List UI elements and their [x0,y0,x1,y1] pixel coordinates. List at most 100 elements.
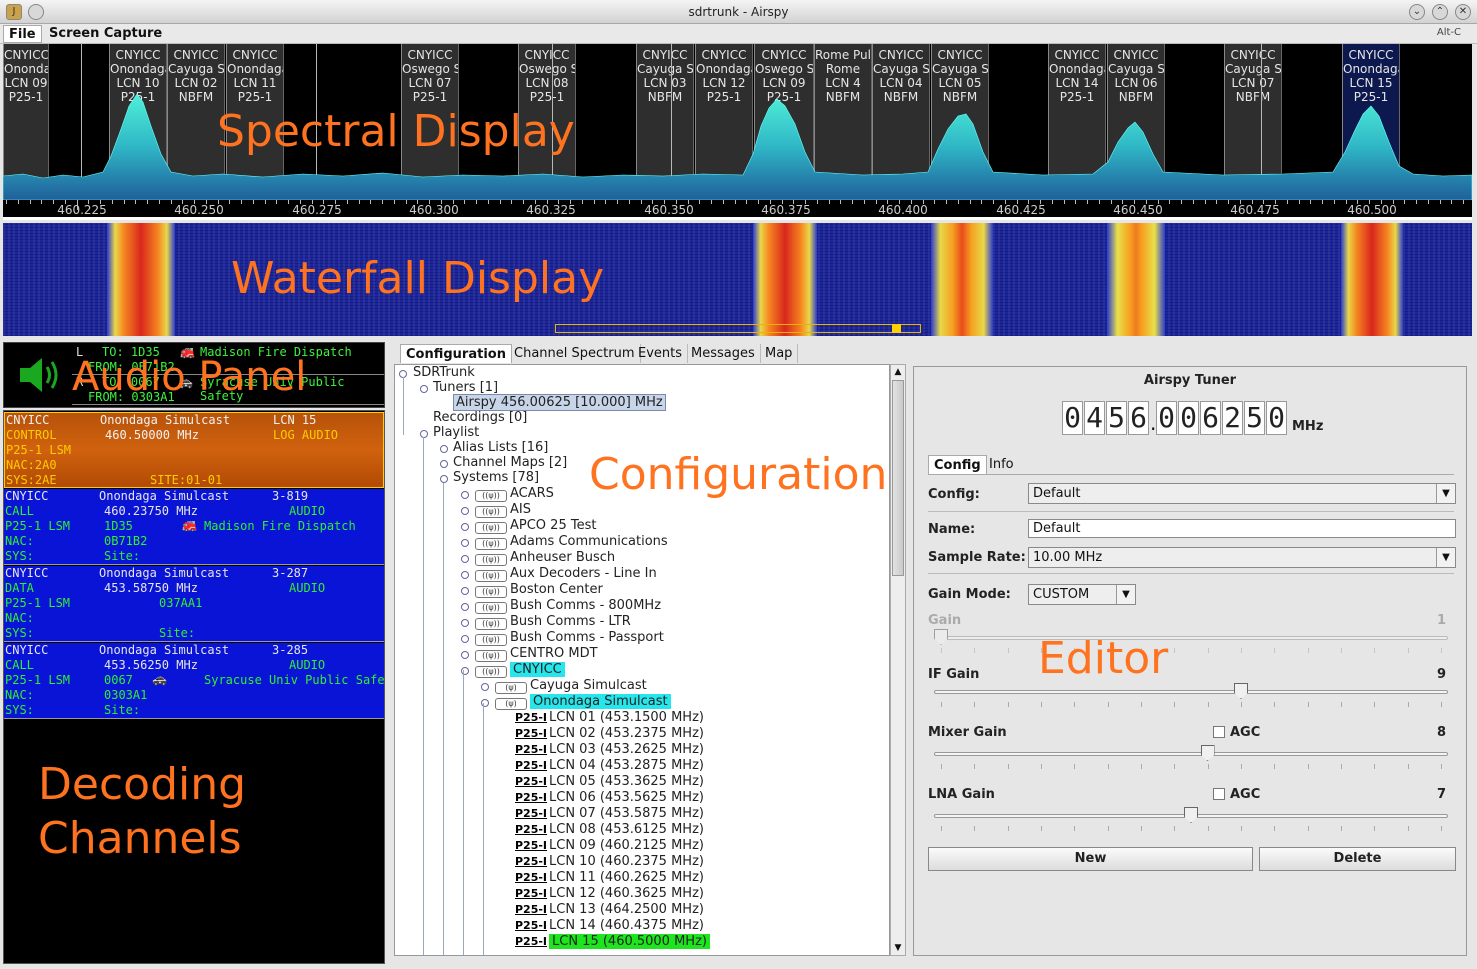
gain-mode-select[interactable]: CUSTOM ▼ [1028,584,1136,605]
tree-lcn-item[interactable]: P25-I LCN 13 (464.2500 MHz) [515,902,704,918]
tree-lcn-item[interactable]: P25-I LCN 11 (460.2625 MHz) [515,870,704,886]
frequency-digit[interactable]: 0 [1266,401,1287,435]
tree-lcn-item[interactable]: P25-I LCN 09 (460.2125 MHz) [515,838,704,854]
waterfall-display[interactable]: Waterfall Display [3,223,1472,336]
tree-lcn-item[interactable]: P25-I LCN 06 (453.5625 MHz) [515,790,704,806]
tree-lcn-item[interactable]: P25-I LCN 15 (460.5000 MHz) [515,934,710,950]
scroll-up-arrow[interactable]: ▲ [891,365,905,379]
speaker-icon[interactable] [18,355,62,395]
tree-lcn-item[interactable]: P25-I LCN 10 (460.2375 MHz) [515,854,704,870]
tab-map[interactable]: Map [760,344,799,363]
tree-expand-handle[interactable] [420,385,428,393]
playlist-tree[interactable]: SDRTrunk Tuners [1] Airspy 456.00625 [10.0… [394,364,890,956]
tab-info[interactable]: Info [984,455,1019,474]
menu-file[interactable]: File [3,25,42,43]
tree-expand-handle[interactable] [461,635,469,643]
tree-lcn-item[interactable]: P25-I LCN 01 (453.1500 MHz) [515,710,704,726]
frequency-digit[interactable]: 0 [1062,401,1083,435]
tree-system-item[interactable]: ((ψ)) Adams Communications [475,534,668,550]
frequency-display[interactable]: 0 4 5 6.0 0 6 2 5 0 [1062,401,1288,435]
tree-system-item[interactable]: ((ψ)) Boston Center [475,582,603,598]
tree-expand-handle[interactable] [461,539,469,547]
tree-expand-handle[interactable] [461,603,469,611]
tree-system-item[interactable]: ((ψ)) AIS [475,502,531,518]
tree-channel-maps[interactable]: Channel Maps [2] [453,455,567,471]
tree-system-item[interactable]: ((ψ)) Bush Comms - Passport [475,630,664,646]
tree-lcn-item[interactable]: P25-I LCN 04 (453.2875 MHz) [515,758,704,774]
tree-lcn-item[interactable]: P25-I LCN 14 (460.4375 MHz) [515,918,704,934]
tree-lcn-item[interactable]: P25-I LCN 08 (453.6125 MHz) [515,822,704,838]
tree-system-item[interactable]: ((ψ)) Bush Comms - LTR [475,614,631,630]
tree-expand-handle[interactable] [440,475,448,483]
if-gain-slider[interactable] [934,683,1448,707]
tree-system-item[interactable]: ((ψ)) APCO 25 Test [475,518,596,534]
delete-button[interactable]: Delete [1259,847,1456,871]
scroll-thumb[interactable] [892,380,904,576]
tree-system-item[interactable]: ((ψ)) CNYICC [475,662,565,678]
tree-expand-handle[interactable] [440,460,448,468]
slider-thumb[interactable] [1200,745,1215,761]
close-button[interactable]: ✕ [1455,4,1471,20]
frequency-digit[interactable]: 6 [1128,401,1149,435]
decode-channel[interactable]: CNYICC Onondaga Simulcast 3-819 CALL 460.237… [4,489,384,565]
decoding-channels-panel[interactable]: CNYICC Onondaga Simulcast LCN 15 CONTROL 460… [3,410,385,964]
tree-system-item[interactable]: ((ψ)) Aux Decoders - Line In [475,566,657,582]
slider-thumb[interactable] [1184,807,1198,823]
tree-expand-handle[interactable] [461,491,469,499]
minimize-button[interactable]: ⌄ [1409,4,1425,20]
decode-channel[interactable]: CNYICC Onondaga Simulcast 3-287 DATA 453.587… [4,566,384,642]
tree-lcn-item[interactable]: P25-I LCN 12 (460.3625 MHz) [515,886,704,902]
maximize-button[interactable]: ⌃ [1432,4,1448,20]
tree-expand-handle[interactable] [461,619,469,627]
tree-recordings[interactable]: Recordings [0] [433,410,527,426]
sample-rate-select[interactable]: 10.00 MHz ▼ [1028,547,1456,568]
tree-system-item[interactable]: ((ψ)) CENTRO MDT [475,646,598,662]
tab-config[interactable]: Config [928,455,987,474]
name-field[interactable]: Default [1028,519,1456,538]
tree-scrollbar[interactable]: ▲ ▼ [890,364,906,956]
tree-expand-handle[interactable] [461,523,469,531]
tree-expand-handle[interactable] [481,683,489,691]
mixer-agc-checkbox[interactable] [1213,726,1225,738]
tree-expand-handle[interactable] [461,587,469,595]
tree-expand-handle[interactable] [440,445,448,453]
tree-expand-handle[interactable] [461,651,469,659]
frequency-digit[interactable]: 5 [1244,401,1265,435]
frequency-digit[interactable]: 6 [1200,401,1221,435]
tree-systems[interactable]: Systems [78] [453,470,539,486]
tree-lcn-item[interactable]: P25-I LCN 05 (453.3625 MHz) [515,774,704,790]
mixer-gain-slider[interactable] [934,745,1448,769]
tree-site-item[interactable]: (ψ) Cayuga Simulcast [495,678,647,694]
tree-lcn-item[interactable]: P25-I LCN 03 (453.2625 MHz) [515,742,704,758]
gain-slider[interactable] [934,629,1448,653]
tree-expand-handle[interactable] [461,507,469,515]
config-select[interactable]: Default ▼ [1028,483,1456,504]
slider-thumb[interactable] [1234,683,1248,699]
tree-system-item[interactable]: ((ψ)) Bush Comms - 800MHz [475,598,661,614]
slider-thumb[interactable] [934,629,948,645]
scroll-down-arrow[interactable]: ▼ [891,941,905,955]
tree-system-item[interactable]: ((ψ)) Anheuser Busch [475,550,615,566]
frequency-digit[interactable]: 0 [1178,401,1199,435]
tab-channel-spectrum[interactable]: Channel Spectrum [509,344,641,363]
lna-gain-slider[interactable] [934,807,1448,831]
tab-messages[interactable]: Messages [686,344,761,363]
frequency-digit[interactable]: 0 [1156,401,1177,435]
tab-events[interactable]: Events [633,344,689,363]
tree-alias-lists[interactable]: Alias Lists [16] [453,440,548,456]
tree-root[interactable]: SDRTrunk [413,365,475,381]
tree-lcn-item[interactable]: P25-I LCN 02 (453.2375 MHz) [515,726,704,742]
frequency-digit[interactable]: 5 [1106,401,1127,435]
tree-expand-handle[interactable] [461,555,469,563]
tree-playlist[interactable]: Playlist [433,425,479,441]
tree-system-item[interactable]: ((ψ)) ACARS [475,486,554,502]
tree-expand-handle[interactable] [461,571,469,579]
menu-screen-capture[interactable]: Screen Capture [44,25,167,43]
decode-channel[interactable]: CNYICC Onondaga Simulcast 3-285 CALL 453.562… [4,643,384,719]
spectral-display[interactable]: CNYICCOnondagaLCN 09P25-1CNYICCOnondagaL… [3,44,1472,200]
frequency-digit[interactable]: 2 [1222,401,1243,435]
tree-lcn-item[interactable]: P25-I LCN 07 (453.5875 MHz) [515,806,704,822]
tab-configuration[interactable]: Configuration [400,344,512,363]
decode-channel[interactable]: CNYICC Onondaga Simulcast LCN 15 CONTROL 460… [4,412,384,488]
lna-agc-checkbox[interactable] [1213,788,1225,800]
